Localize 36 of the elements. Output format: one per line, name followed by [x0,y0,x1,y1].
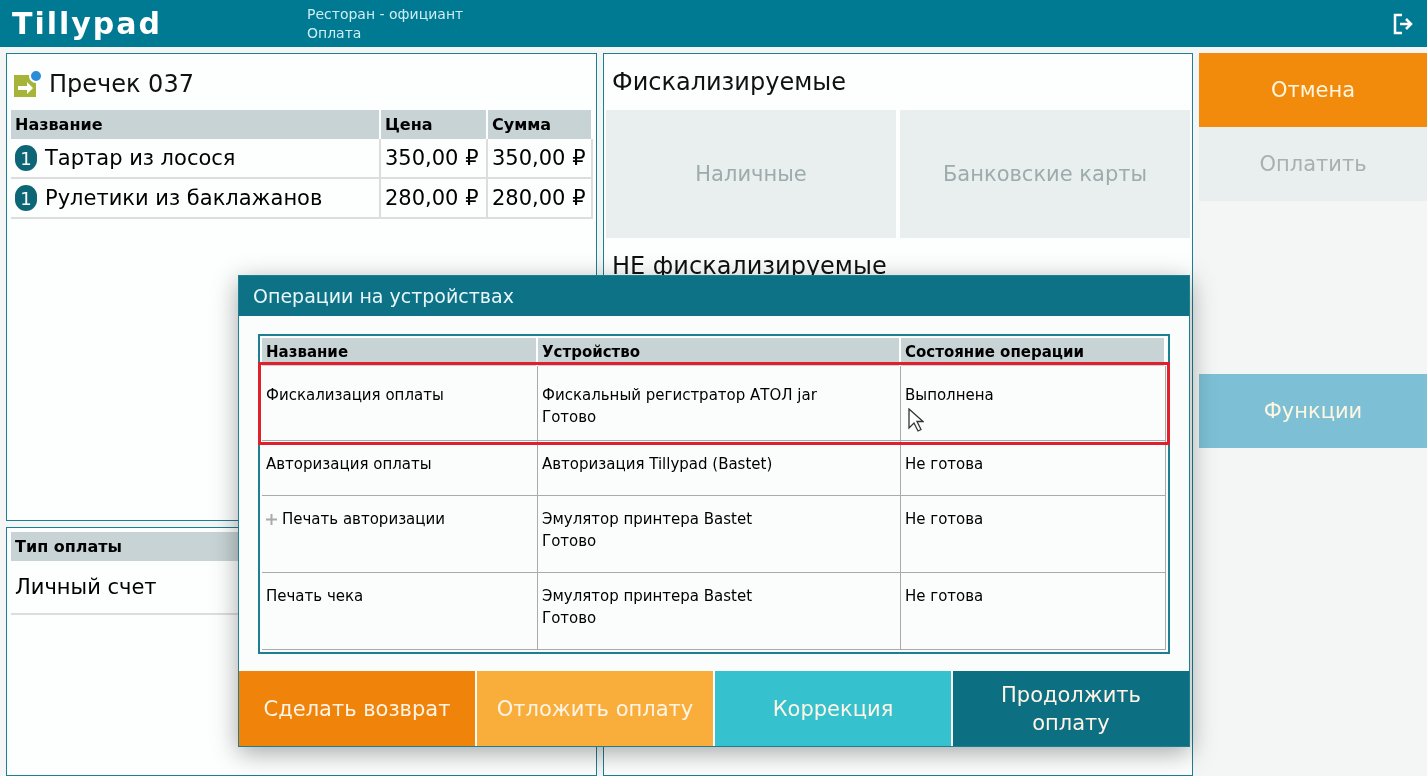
table-cell[interactable]: Авторизация оплаты [262,441,538,496]
app-title: Ресторан - официант [307,4,465,24]
column-header: Сумма [488,110,593,139]
table-cell: 350,00 ₽ [381,139,488,179]
table-cell: Не готова [901,496,1166,573]
quantity-badge: 1 [15,185,37,211]
cursor-icon [908,408,924,432]
table-cell: 280,00 ₽ [488,179,593,219]
table-cell[interactable]: Печать чека [262,573,538,650]
table-cell[interactable]: 1 Тартар из лосося [11,139,381,179]
table-cell: Эмулятор принтера Bastet Готово [538,573,901,650]
quantity-badge: 1 [15,145,37,171]
check-title: Пречек 037 [49,70,194,98]
table-row[interactable]: Печать авторизации Эмулятор принтера Bastet Готово Не готова [262,496,1166,573]
table-cell: 350,00 ₽ [488,139,593,179]
logout-icon[interactable] [1393,12,1415,35]
dialog-title: Операции на устройствах [239,276,1189,316]
receipt-icon [13,69,43,99]
table-row[interactable]: Печать чека Эмулятор принтера Bastet Готово Не готова [262,573,1166,650]
dialog-button[interactable]: Продолжить оплату [953,671,1189,746]
table-cell: Авторизация Tillypad (Bastet) [538,441,901,496]
table-cell: Не готова [901,573,1166,650]
table-row[interactable]: Авторизация оплаты Авторизация Tillypad (Bastet) Не готова [262,441,1166,496]
table-cell: Эмулятор принтера Bastet Готово [538,496,901,573]
column-header: Название [11,110,381,139]
logo: Tillypad [12,6,164,41]
screen-title: Оплата [307,23,363,43]
table-cell[interactable]: Печать авторизации [262,496,538,573]
table-cell: Фискальный регистратор АТОЛ jar Готово [538,366,901,441]
table-row[interactable]: Фискализация оплаты Фискальный регистратор АТОЛ jar Готово Выполнена [262,366,1166,441]
table-cell[interactable]: 1 Рулетики из баклажанов [11,179,381,219]
table-cell: Не готова [901,441,1166,496]
table-cell[interactable]: Фискализация оплаты [262,366,538,441]
section-title: Фискализируемые [612,68,846,96]
column-header: Цена [381,110,488,139]
table-cell: 280,00 ₽ [381,179,488,219]
